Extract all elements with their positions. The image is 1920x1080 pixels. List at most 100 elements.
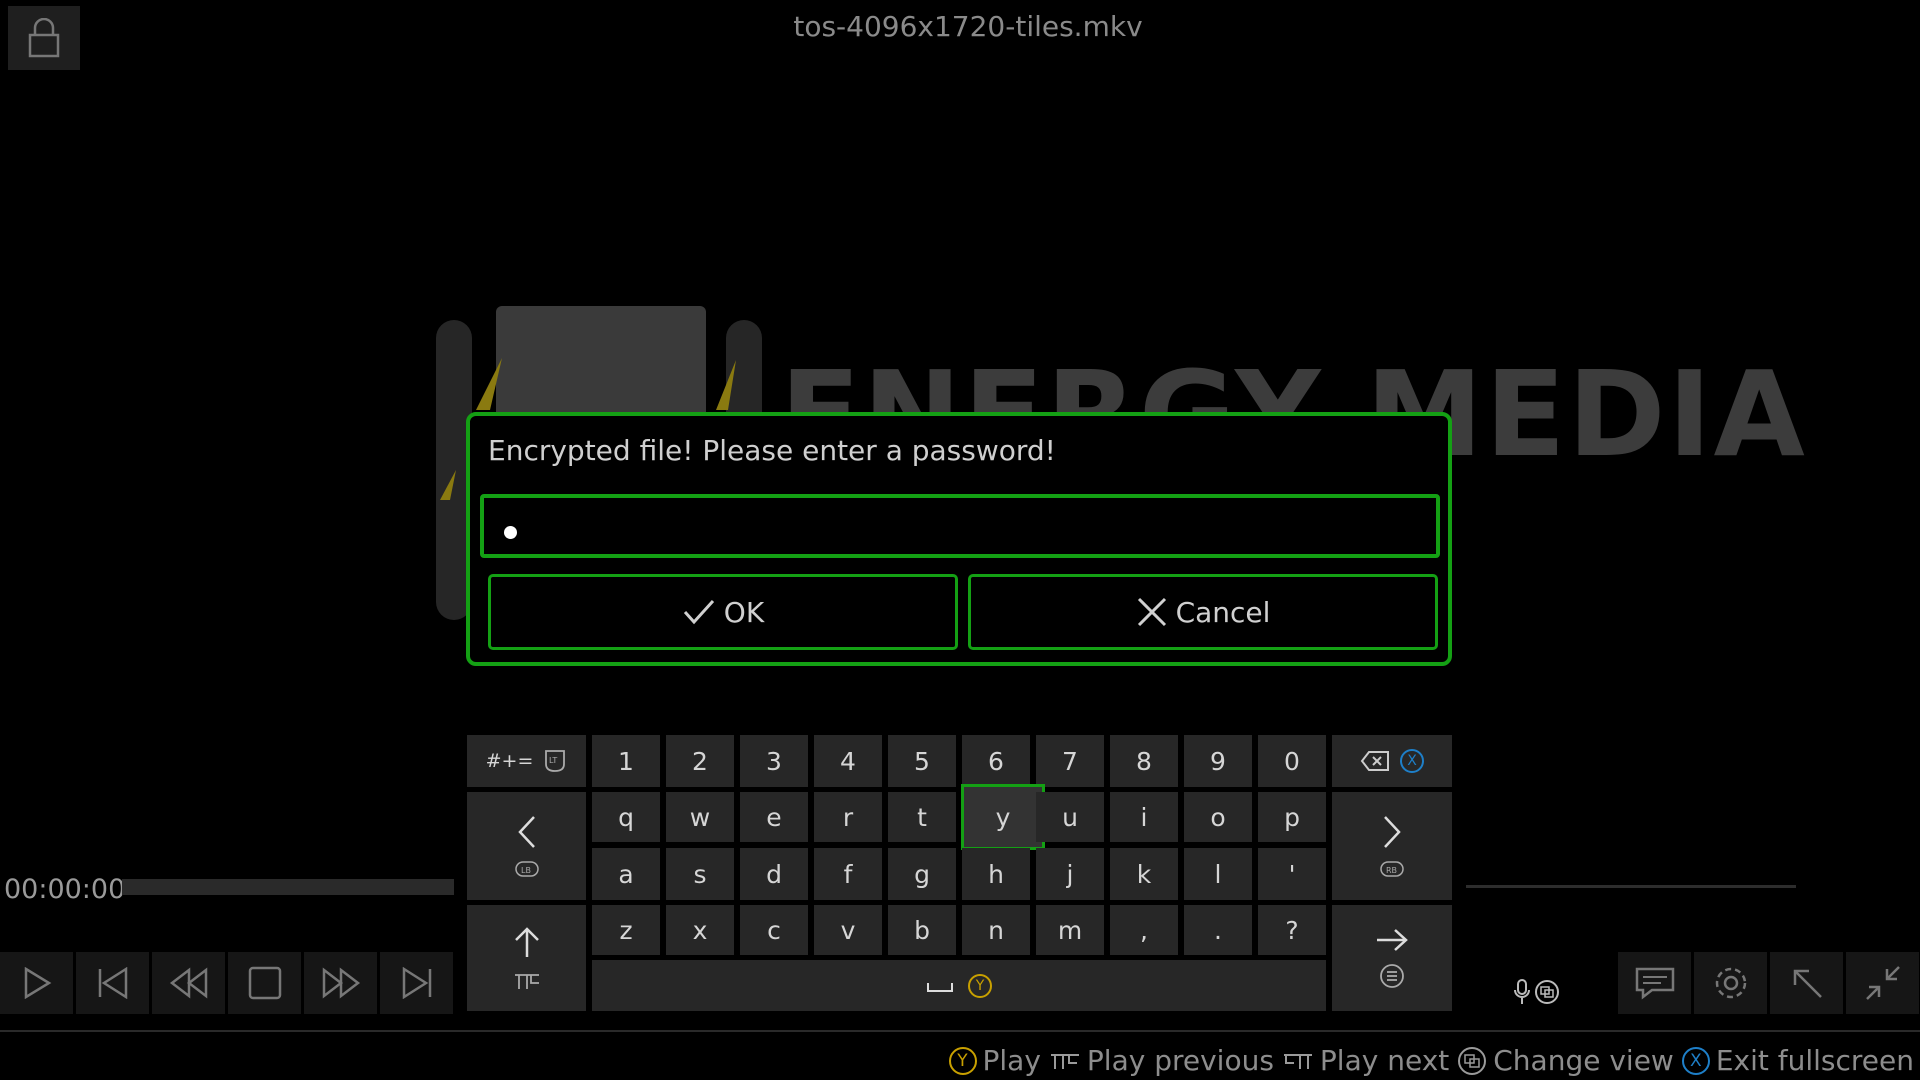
hint-play-previous: Play previous [1049,1044,1274,1077]
hint-play-next-label: Play next [1319,1044,1450,1077]
lb-button-icon [514,974,539,989]
volume-bar[interactable] [1466,885,1796,888]
skip-previous-icon [98,967,127,999]
close-icon [1137,597,1166,627]
expand-button[interactable] [1770,952,1843,1014]
key-m[interactable]: m [1036,905,1104,955]
arrow-right-icon [1377,929,1408,951]
key-t[interactable]: t [888,792,956,842]
key-w[interactable]: w [666,792,734,842]
key-8[interactable]: 8 [1110,735,1178,787]
key-6[interactable]: 6 [962,735,1030,787]
key-x[interactable]: x [666,905,734,955]
dialog-message: Encrypted file! Please enter a password! [488,434,1056,467]
cancel-label: Cancel [1175,595,1271,629]
hint-change-view: Change view [1457,1044,1674,1077]
key-z[interactable]: z [592,905,660,955]
stop-button[interactable] [228,952,301,1014]
cursor-right-key[interactable]: RB [1332,792,1452,900]
menu-button-icon [1380,964,1404,988]
key-i[interactable]: i [1110,792,1178,842]
rewind-icon [169,967,207,999]
key-n[interactable]: n [962,905,1030,955]
key-l[interactable]: l [1184,848,1252,900]
symbols-label: #+= [485,750,534,772]
password-input[interactable] [480,494,1440,558]
key-k[interactable]: k [1110,848,1178,900]
shift-key[interactable] [467,905,586,1011]
cancel-button[interactable]: Cancel [968,574,1438,650]
key-g[interactable]: g [888,848,956,900]
svg-text:LB: LB [521,866,531,875]
svg-text:LT: LT [549,756,557,765]
key-3[interactable]: 3 [740,735,808,787]
backspace-key[interactable]: X [1332,735,1452,787]
y-button-icon: Y [948,1046,977,1075]
cursor-left-key[interactable]: LB [467,792,586,900]
hint-play-label: Play [982,1044,1041,1077]
svg-text:RB: RB [1386,866,1397,875]
space-icon [927,982,953,992]
key-v[interactable]: v [814,905,882,955]
arrow-up-icon [514,927,539,957]
key-y[interactable]: y [961,784,1045,850]
hint-play-next: Play next [1282,1044,1449,1077]
key-apostrophe[interactable]: ' [1258,848,1326,900]
subtitles-button[interactable] [1618,952,1691,1014]
previous-button[interactable] [76,952,149,1014]
key-period[interactable]: . [1184,905,1252,955]
key-p[interactable]: p [1258,792,1326,842]
ok-label: OK [723,595,765,629]
settings-button[interactable] [1694,952,1767,1014]
chevron-right-icon [1384,816,1401,848]
key-d[interactable]: d [740,848,808,900]
key-o[interactable]: o [1184,792,1252,842]
key-q[interactable]: q [592,792,660,842]
key-h[interactable]: h [962,848,1030,900]
backspace-icon [1360,751,1389,771]
key-u[interactable]: u [1036,792,1104,842]
skip-next-icon [402,967,431,999]
key-question[interactable]: ? [1258,905,1326,955]
rb-button-icon: RB [1380,861,1404,877]
arrow-up-left-icon [1793,969,1822,998]
key-r[interactable]: r [814,792,882,842]
fast-forward-icon [322,967,360,999]
key-1[interactable]: 1 [592,735,660,787]
exit-fullscreen-button[interactable] [1846,952,1919,1014]
password-dialog: Encrypted file! Please enter a password!… [466,412,1452,666]
key-0[interactable]: 0 [1258,735,1326,787]
play-icon [24,967,51,999]
key-9[interactable]: 9 [1184,735,1252,787]
play-button[interactable] [0,952,73,1014]
fast-forward-button[interactable] [304,952,377,1014]
voice-input[interactable] [1512,978,1560,1006]
key-comma[interactable]: , [1110,905,1178,955]
ok-button[interactable]: OK [488,574,958,650]
key-7[interactable]: 7 [1036,735,1104,787]
hint-divider [0,1030,1920,1032]
seek-bar[interactable] [122,879,454,895]
key-j[interactable]: j [1036,848,1104,900]
checkmark-icon [683,599,714,625]
key-5[interactable]: 5 [888,735,956,787]
key-b[interactable]: b [888,905,956,955]
lb-button-icon [1050,1053,1079,1069]
space-key[interactable]: Y [592,960,1326,1011]
key-e[interactable]: e [740,792,808,842]
key-c[interactable]: c [740,905,808,955]
next-button[interactable] [380,952,453,1014]
key-a[interactable]: a [592,848,660,900]
password-mask-dot [504,526,517,539]
key-2[interactable]: 2 [666,735,734,787]
enter-key[interactable] [1332,905,1452,1011]
hint-exit-fullscreen-label: Exit fullscreen [1715,1044,1914,1077]
key-f[interactable]: f [814,848,882,900]
rb-button-icon [1283,1053,1312,1069]
key-s[interactable]: s [666,848,734,900]
key-4[interactable]: 4 [814,735,882,787]
rewind-button[interactable] [152,952,225,1014]
chevron-left-icon [517,816,535,848]
symbols-key[interactable]: #+= LT [467,735,586,787]
hint-play-previous-label: Play previous [1086,1044,1274,1077]
